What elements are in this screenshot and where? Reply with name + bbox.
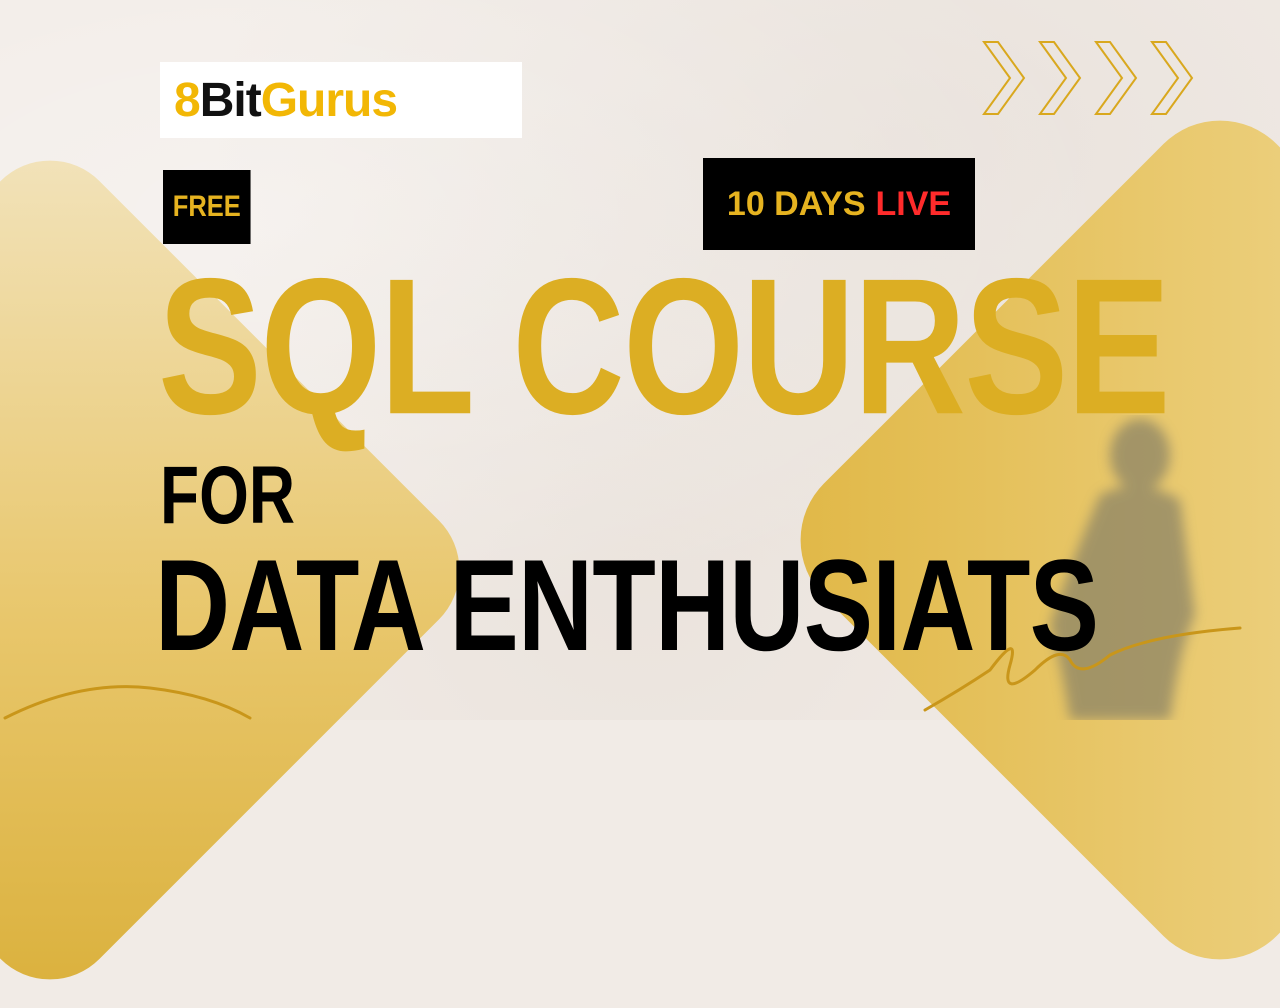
logo-bit: Bit (199, 73, 262, 127)
free-badge: FREE (163, 170, 251, 244)
duration-badge: 10 DAYS LIVE (703, 158, 975, 250)
squiggle-decoration (923, 626, 1242, 712)
days-label: 10 DAYS (726, 184, 866, 223)
squiggle-decoration-left (3, 685, 252, 720)
headline-main: SQL COURSE (158, 238, 1171, 456)
free-label: FREE (172, 190, 241, 223)
logo-gurus: Gurus (260, 73, 398, 127)
headline-connector: FOR (160, 450, 296, 541)
live-label: LIVE (875, 184, 952, 223)
brand-logo: 8 Bit Gurus (160, 62, 522, 138)
chevrons-right-icon (982, 41, 1194, 115)
logo-number: 8 (174, 73, 201, 127)
